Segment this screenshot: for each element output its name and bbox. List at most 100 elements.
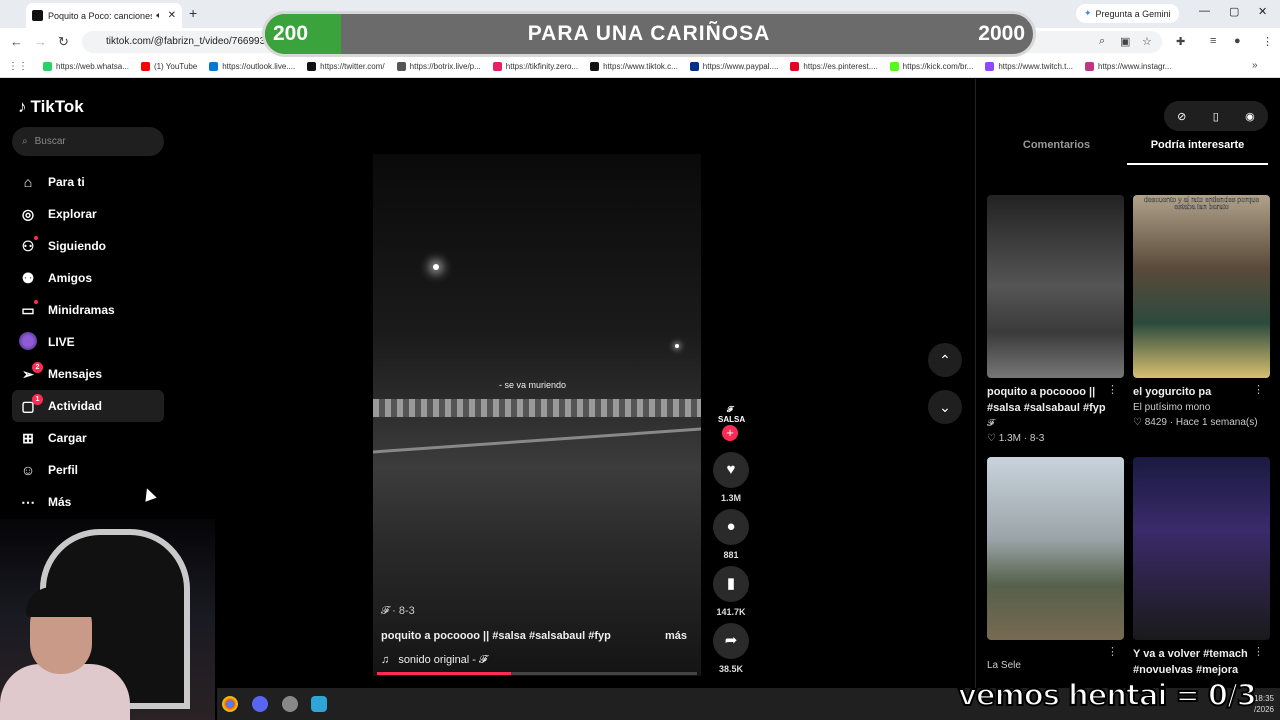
road-line bbox=[373, 427, 701, 454]
card-options-icon[interactable]: ⋮ bbox=[1107, 645, 1118, 658]
live-icon bbox=[18, 331, 38, 353]
sidebar-item-minidramas[interactable]: ▭ Minidramas bbox=[12, 294, 164, 326]
bookmark-favicon-icon bbox=[43, 62, 52, 71]
sidebar-item-label: Cargar bbox=[48, 431, 87, 445]
tab-comentarios[interactable]: Comentarios bbox=[986, 139, 1127, 165]
sidebar-item-perfil[interactable]: ☺ Perfil bbox=[12, 454, 164, 486]
save-action[interactable]: ▮ 141.7K bbox=[712, 566, 750, 617]
browser-menu-icon[interactable]: ⋮ bbox=[1262, 35, 1273, 48]
sidebar-item-cargar[interactable]: ⊞ Cargar bbox=[12, 422, 164, 454]
share-action[interactable]: ➦ 38.5K bbox=[712, 623, 750, 674]
following-icon: ⚇ bbox=[21, 237, 35, 254]
tab-search-icon[interactable]: ≡ bbox=[1210, 35, 1216, 47]
bookmark-item[interactable]: https://www.twitch.t... bbox=[980, 62, 1078, 71]
recommended-card[interactable]: ⋮ La Sele bbox=[987, 457, 1124, 671]
bookmark-star-icon[interactable]: ☆ bbox=[1142, 35, 1152, 48]
video-progress-bar[interactable] bbox=[377, 672, 697, 675]
maximize-icon[interactable]: ▢ bbox=[1229, 5, 1239, 18]
profile-avatar-icon[interactable]: ● bbox=[1234, 35, 1241, 47]
tab-title: Poquito a Poco: canciones y bbox=[48, 10, 153, 21]
bookmarks-bar: ⋮⋮ https://web.whatsa... (1) YouTube https… bbox=[0, 56, 1280, 78]
zoom-icon[interactable]: ⌕ bbox=[1099, 35, 1105, 48]
tiktok-logo[interactable]: ♪ TikTok bbox=[18, 97, 84, 117]
bookmark-label: https://kick.com/br... bbox=[902, 62, 974, 71]
compass-small-icon[interactable]: ⊘ bbox=[1177, 110, 1186, 123]
like-action[interactable]: ♥ 1.3M bbox=[712, 452, 750, 503]
card-options-icon[interactable]: ⋮ bbox=[1107, 383, 1118, 396]
follow-button[interactable]: + bbox=[722, 425, 738, 441]
card-author: La Sele bbox=[987, 660, 1021, 671]
tab-close-button[interactable]: ✕ bbox=[168, 10, 176, 21]
sidebar-item-explorar[interactable]: ◎ Explorar bbox=[12, 198, 164, 230]
recommended-card[interactable]: descuento y al rato entiendes porque est… bbox=[1133, 195, 1270, 428]
chevron-down-icon: ⌄ bbox=[939, 399, 951, 415]
sidebar-item-label: Más bbox=[48, 495, 72, 509]
sidebar-item-label: Siguiendo bbox=[48, 239, 106, 253]
gemini-button[interactable]: ✦ Pregunta a Gemini bbox=[1076, 4, 1179, 23]
back-icon[interactable]: ← bbox=[10, 34, 23, 49]
bookmark-favicon-icon bbox=[889, 62, 899, 71]
sidebar-item-actividad[interactable]: ▢ 1 Actividad bbox=[12, 390, 164, 422]
tab-podria-interesarte[interactable]: Podría interesarte bbox=[1127, 139, 1268, 165]
card-options-icon[interactable]: ⋮ bbox=[1253, 383, 1264, 396]
minimize-icon[interactable]: — bbox=[1199, 5, 1210, 17]
sidebar-item-amigos[interactable]: ⚉ Amigos bbox=[12, 262, 164, 294]
next-video-button[interactable]: ⌄ bbox=[928, 390, 962, 424]
sidebar-item-label: Perfil bbox=[48, 463, 79, 477]
search-input[interactable]: ⌕ Buscar bbox=[12, 127, 164, 156]
new-tab-button[interactable]: + bbox=[189, 5, 197, 21]
sound-label: sonido original - 𝓕 bbox=[398, 654, 488, 666]
bookmark-item[interactable]: https://www.paypal.... bbox=[685, 62, 784, 71]
reload-icon[interactable]: ↻ bbox=[58, 34, 69, 50]
speaker-icon: 🔈︎ bbox=[156, 10, 162, 20]
streamer-hair bbox=[26, 587, 96, 617]
bookmark-item[interactable]: https://kick.com/br... bbox=[885, 62, 979, 71]
card-options-icon[interactable]: ⋮ bbox=[1253, 645, 1264, 658]
card-likes: 8429 bbox=[1144, 417, 1167, 428]
comment-action[interactable]: ● 881 bbox=[712, 509, 750, 560]
bookmark-item[interactable]: https://www.tiktok.c... bbox=[585, 62, 683, 71]
discord-icon[interactable] bbox=[252, 696, 268, 712]
bookmark-item[interactable]: https://es.pinterest.... bbox=[785, 62, 882, 71]
previous-video-button[interactable]: ⌃ bbox=[928, 343, 962, 377]
forward-icon[interactable]: → bbox=[34, 34, 47, 49]
bookmark-item[interactable]: https://twitter.com/ bbox=[302, 62, 389, 71]
more-link[interactable]: más bbox=[665, 630, 687, 642]
bookmarks-more-icon[interactable]: » bbox=[1252, 60, 1258, 71]
close-window-icon[interactable]: ✕ bbox=[1258, 5, 1267, 18]
sidebar-item-live[interactable]: LIVE bbox=[12, 326, 164, 358]
video-sound[interactable]: ♫ sonido original - 𝓕 bbox=[381, 654, 691, 667]
bookmark-item[interactable]: https://outlook.live.... bbox=[204, 62, 300, 71]
user-avatar-icon[interactable]: ◉ bbox=[1245, 110, 1255, 123]
sidebar-item-mensajes[interactable]: ➢ 2 Mensajes bbox=[12, 358, 164, 390]
app-f-icon[interactable] bbox=[311, 696, 327, 712]
clock-date: /2026 bbox=[1253, 705, 1274, 714]
bookmark-label: https://www.paypal.... bbox=[702, 62, 779, 71]
video-author[interactable]: 𝓕 · 8-3 bbox=[381, 605, 691, 618]
card-date: Hace 1 semana(s) bbox=[1175, 417, 1258, 428]
apps-grid-icon[interactable]: ⋮⋮ bbox=[8, 61, 28, 72]
sidebar-item-label: LIVE bbox=[48, 335, 75, 349]
search-icon: ⌕ bbox=[22, 136, 28, 147]
sidebar-item-siguiendo[interactable]: ⚇ Siguiendo bbox=[12, 230, 164, 262]
sidebar-item-para-ti[interactable]: ⌂ Para ti bbox=[12, 166, 164, 198]
chrome-icon[interactable] bbox=[222, 696, 238, 712]
tiktok-page: ♪ TikTok ⌕ Buscar ⌂ Para ti ◎ Explorar ⚇… bbox=[0, 79, 1280, 720]
bookmark-item[interactable]: https://www.instagr... bbox=[1080, 62, 1176, 71]
video-player[interactable]: - se va muriendo bbox=[373, 154, 701, 676]
highway-barrier bbox=[373, 399, 701, 417]
bookmark-item[interactable]: https://web.whatsa... bbox=[38, 62, 134, 71]
card-author: El putísimo mono bbox=[1133, 402, 1211, 413]
bookmark-icon: ▮ bbox=[713, 566, 749, 602]
obs-icon[interactable] bbox=[282, 696, 298, 712]
recommended-card[interactable]: ⋮ Y va a volver #temach #novuelvas #mejo… bbox=[1133, 457, 1270, 678]
bookmark-item[interactable]: https://tikfinity.zero... bbox=[488, 62, 583, 71]
tiktok-favicon-icon bbox=[32, 10, 43, 21]
bookmark-item[interactable]: https://botrix.live/p... bbox=[392, 62, 486, 71]
device-icon[interactable]: ▯ bbox=[1213, 110, 1219, 123]
bookmark-item[interactable]: (1) YouTube bbox=[136, 62, 202, 71]
extensions-icon[interactable]: ✚ bbox=[1176, 35, 1185, 48]
cast-icon[interactable]: ▣ bbox=[1120, 35, 1130, 48]
browser-tab[interactable]: Poquito a Poco: canciones y 🔈︎ ✕ bbox=[26, 3, 182, 28]
recommended-card[interactable]: ⋮ poquito a pocoooo || #salsa #salsabaul… bbox=[987, 195, 1124, 444]
